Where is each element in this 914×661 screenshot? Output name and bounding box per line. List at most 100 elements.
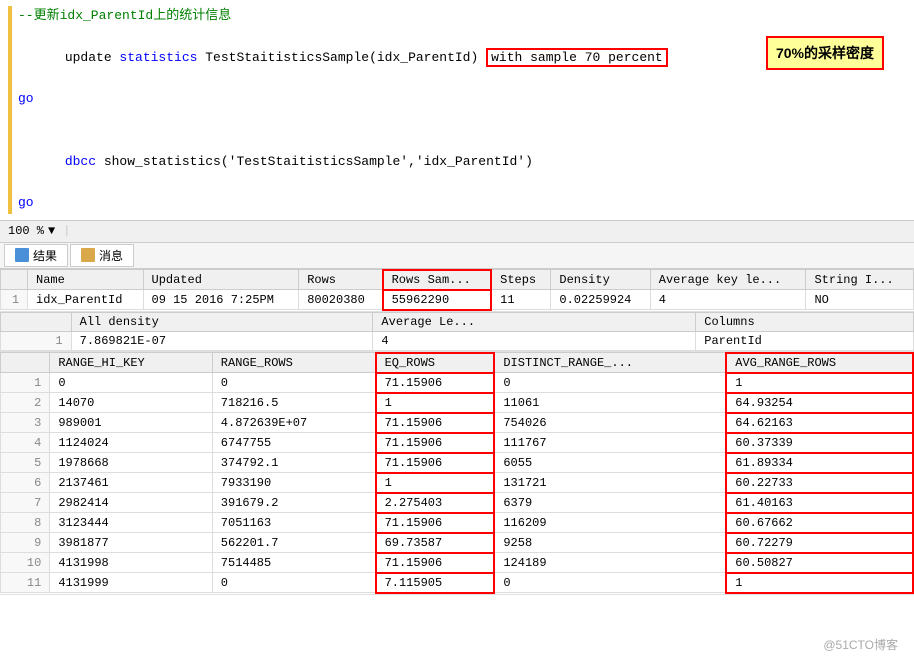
table2-rownumcol xyxy=(1,312,72,331)
comment-text: --更新idx_ParentId上的统计信息 xyxy=(18,6,231,27)
code-line-6: go xyxy=(0,193,914,214)
table1-rownum: 1 xyxy=(1,290,28,310)
table3-cell: 131721 xyxy=(494,473,726,493)
table3-cell: 754026 xyxy=(494,413,726,433)
table3-cell: 0 xyxy=(494,373,726,393)
table3-cell: 11061 xyxy=(494,393,726,413)
tab-bar: 结果 消息 xyxy=(0,243,914,269)
table1-header-rows: Rows xyxy=(299,270,383,290)
table2-header-columns: Columns xyxy=(696,312,914,331)
tab-results[interactable]: 结果 xyxy=(4,244,68,267)
table3-cell: 61.89334 xyxy=(726,453,913,473)
table3-cell: 124189 xyxy=(494,553,726,573)
table2-section: All density Average Le... Columns 17.869… xyxy=(0,312,914,352)
zoom-level: 100 % xyxy=(8,224,44,238)
table3-cell: 0 xyxy=(212,573,375,593)
code-dbcc-kw: dbcc xyxy=(65,154,96,169)
zoom-separator: | xyxy=(63,224,70,238)
table3-cell: 1124024 xyxy=(50,433,212,453)
table3-rownum: 2 xyxy=(1,393,50,413)
code-line-5: dbcc show_statistics('TestStaitisticsSam… xyxy=(0,131,914,193)
table3-section: RANGE_HI_KEY RANGE_ROWS EQ_ROWS DISTINCT… xyxy=(0,352,914,595)
table3-cell: 71.15906 xyxy=(376,413,495,433)
table3-cell: 116209 xyxy=(494,513,726,533)
table3-cell: 562201.7 xyxy=(212,533,375,553)
tab-results-label: 结果 xyxy=(33,247,57,264)
table3-cell: 7514485 xyxy=(212,553,375,573)
code-mid: TestStaitisticsSample(idx_ParentId) xyxy=(197,50,486,65)
table2: All density Average Le... Columns 17.869… xyxy=(0,312,914,351)
code-show-stats: show_statistics('TestStaitisticsSample',… xyxy=(96,154,533,169)
table3-cell: 0 xyxy=(494,573,726,593)
table3-header-distinct: DISTINCT_RANGE_... xyxy=(494,353,726,373)
table2-cell: ParentId xyxy=(696,331,914,350)
table3-rownum: 9 xyxy=(1,533,50,553)
table3-cell: 7.115905 xyxy=(376,573,495,593)
table3-cell: 6055 xyxy=(494,453,726,473)
table3-cell: 1 xyxy=(376,393,495,413)
table3-cell: 60.50827 xyxy=(726,553,913,573)
table3-cell: 4131998 xyxy=(50,553,212,573)
table3: RANGE_HI_KEY RANGE_ROWS EQ_ROWS DISTINCT… xyxy=(0,352,914,594)
code-line-4 xyxy=(0,110,914,131)
table3-rownum: 10 xyxy=(1,553,50,573)
table3-rownumcol xyxy=(1,353,50,373)
table3-header-rangerows: RANGE_ROWS xyxy=(212,353,375,373)
table3-cell: 60.37339 xyxy=(726,433,913,453)
code-update: update xyxy=(65,50,120,65)
table3-cell: 9258 xyxy=(494,533,726,553)
annotation-box: 70%的采样密度 xyxy=(766,36,884,70)
table3-cell: 2137461 xyxy=(50,473,212,493)
table3-cell: 4131999 xyxy=(50,573,212,593)
table3-rownum: 6 xyxy=(1,473,50,493)
table1-cell: NO xyxy=(806,290,914,310)
table3-cell: 60.22733 xyxy=(726,473,913,493)
table3-cell: 61.40163 xyxy=(726,493,913,513)
table3-rownum: 11 xyxy=(1,573,50,593)
table3-cell: 69.73587 xyxy=(376,533,495,553)
table3-cell: 374792.1 xyxy=(212,453,375,473)
zoom-bar: 100 % ▼ | xyxy=(0,221,914,243)
table3-cell: 989001 xyxy=(50,413,212,433)
table1-cell: 11 xyxy=(491,290,551,310)
results-icon xyxy=(15,248,29,262)
table2-header-alldensity: All density xyxy=(71,312,373,331)
table3-cell: 71.15906 xyxy=(376,553,495,573)
table3-rownum: 1 xyxy=(1,373,50,393)
table3-cell: 4.872639E+07 xyxy=(212,413,375,433)
table3-cell: 0 xyxy=(50,373,212,393)
table3-cell: 7933190 xyxy=(212,473,375,493)
table3-cell: 60.72279 xyxy=(726,533,913,553)
table3-cell: 3123444 xyxy=(50,513,212,533)
table3-rownum: 4 xyxy=(1,433,50,453)
table1-cell: 0.02259924 xyxy=(551,290,650,310)
table3-cell: 64.62163 xyxy=(726,413,913,433)
zoom-dropdown-icon[interactable]: ▼ xyxy=(48,224,55,238)
table1-header-avgkey: Average key le... xyxy=(650,270,806,290)
table3-cell: 71.15906 xyxy=(376,513,495,533)
results-area: Name Updated Rows Rows Sam... Steps Dens… xyxy=(0,269,914,595)
table3-cell: 2.275403 xyxy=(376,493,495,513)
table3-cell: 3981877 xyxy=(50,533,212,553)
table2-header-avglen: Average Le... xyxy=(373,312,696,331)
table1-header-rowssam: Rows Sam... xyxy=(383,270,492,290)
table3-cell: 71.15906 xyxy=(376,373,495,393)
table1-cell: 80020380 xyxy=(299,290,383,310)
table1-cell: 09 15 2016 7:25PM xyxy=(143,290,299,310)
table3-cell: 7051163 xyxy=(212,513,375,533)
table3-cell: 718216.5 xyxy=(212,393,375,413)
table3-cell: 1 xyxy=(726,373,913,393)
watermark: @51CTO博客 xyxy=(823,636,898,653)
table1-header-name: Name xyxy=(28,270,143,290)
table1-cell: 55962290 xyxy=(383,290,492,310)
code-statistics-kw: statistics xyxy=(119,50,197,65)
table3-cell: 6747755 xyxy=(212,433,375,453)
tab-messages-label: 消息 xyxy=(99,247,123,264)
table1-cell: 4 xyxy=(650,290,806,310)
table1-header-steps: Steps xyxy=(491,270,551,290)
table3-cell: 0 xyxy=(212,373,375,393)
tab-messages[interactable]: 消息 xyxy=(70,244,134,267)
table3-cell: 6379 xyxy=(494,493,726,513)
code-line-1: --更新idx_ParentId上的统计信息 xyxy=(0,6,914,27)
table1-header-string: String I... xyxy=(806,270,914,290)
